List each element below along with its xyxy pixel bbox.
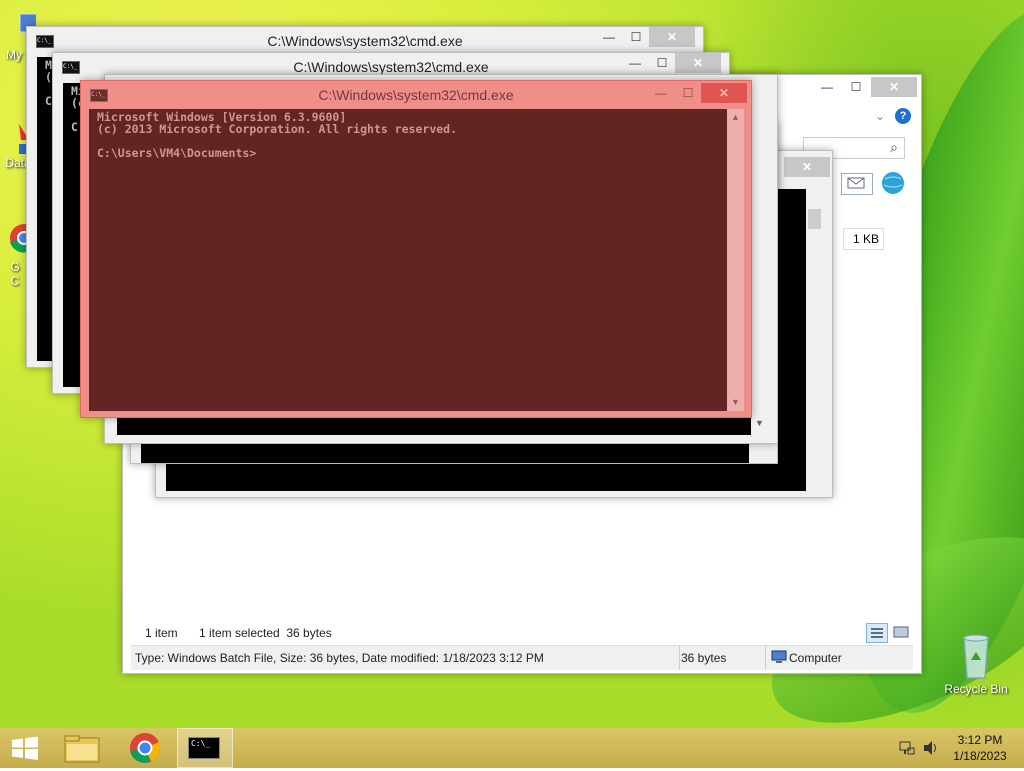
scroll-down-arrow-icon[interactable]: ▼ <box>727 394 744 411</box>
explorer-ribbon-right: ⌄ ? <box>803 105 913 129</box>
maximize-button[interactable]: ☐ <box>623 27 649 47</box>
large-icons-view-icon <box>893 626 909 638</box>
close-button[interactable]: ✕ <box>784 157 830 177</box>
recycle-bin-icon <box>963 634 989 679</box>
volume-icon[interactable] <box>924 741 936 755</box>
folder-icon <box>64 735 100 763</box>
explorer-status-bar: Type: Windows Batch File, Size: 36 bytes… <box>131 645 913 670</box>
console-output: Microsoft Windows [Version 6.3.9600] (c)… <box>97 111 457 159</box>
explorer-maximize-button[interactable]: ☐ <box>843 77 869 97</box>
clock-time: 3:12 PM <box>957 733 1003 747</box>
vertical-scrollbar[interactable] <box>806 189 823 491</box>
scroll-down-arrow-icon[interactable]: ▼ <box>751 415 768 432</box>
explorer-close-button[interactable]: ✕ <box>871 77 917 97</box>
clock-date: 1/18/2023 <box>953 749 1007 763</box>
desktop: My C Data G C Recycle Bin — ☐ ✕ ⌄ ? ⌕ 1 … <box>0 0 1024 728</box>
close-button[interactable]: ✕ <box>649 27 695 47</box>
status-location: Computer <box>789 651 842 665</box>
ribbon-collapse-chevron-icon[interactable]: ⌄ <box>875 109 885 123</box>
status-size: 36 bytes <box>681 651 727 665</box>
title-bar[interactable]: C:\_ C:\Windows\system32\cmd.exe — ☐ ✕ <box>27 27 703 53</box>
minimize-button[interactable]: — <box>647 83 675 103</box>
vertical-scrollbar[interactable]: ▼ <box>751 115 768 435</box>
maximize-button[interactable]: ☐ <box>649 53 675 73</box>
desktop-icon-recycle-bin[interactable]: Recycle Bin <box>940 630 1012 696</box>
scrollbar-thumb[interactable] <box>808 209 821 229</box>
globe-icon[interactable] <box>879 169 907 197</box>
start-button[interactable] <box>8 728 42 768</box>
large-icons-view-button[interactable] <box>891 623 911 641</box>
console-prompt[interactable]: C:\Users\VM4\Documents> <box>97 146 256 160</box>
windows-logo-icon <box>12 736 38 760</box>
network-icon[interactable] <box>899 741 915 755</box>
taskbar-file-explorer[interactable] <box>55 728 110 768</box>
cmd-window-front[interactable]: C:\_ C:\Windows\system32\cmd.exe — ☐ ✕ M… <box>80 80 752 418</box>
system-tray <box>896 728 946 768</box>
explorer-status-line: 1 item 1 item selected 36 bytes <box>131 623 911 643</box>
details-view-button[interactable] <box>866 623 888 643</box>
file-size-cell: 1 KB <box>843 228 884 250</box>
desktop-icon-label: G <box>10 260 20 274</box>
status-divider <box>765 646 766 670</box>
status-divider <box>679 646 680 670</box>
help-icon[interactable]: ? <box>895 108 911 124</box>
computer-small-icon <box>771 650 787 667</box>
search-icon: ⌕ <box>890 139 898 155</box>
desktop-icon-label-line2: C <box>10 274 20 288</box>
email-icon[interactable] <box>841 173 873 195</box>
desktop-icon-label: Recycle Bin <box>944 682 1008 696</box>
console-area[interactable]: Microsoft Windows [Version 6.3.9600] (c)… <box>89 109 727 411</box>
vertical-scrollbar[interactable]: ▲ ▼ <box>727 109 744 411</box>
close-button[interactable]: ✕ <box>675 53 721 73</box>
taskbar-chrome[interactable] <box>120 728 170 768</box>
taskbar-cmd[interactable]: C:\_ <box>177 728 233 768</box>
scroll-up-arrow-icon[interactable]: ▲ <box>727 109 744 126</box>
item-count: 1 item <box>145 626 178 640</box>
console-line: (c) 2013 Microsoft Corporation. All righ… <box>97 122 458 136</box>
cmd-icon: C:\_ <box>188 737 220 759</box>
minimize-button[interactable]: — <box>595 27 623 47</box>
selection-info: 1 item selected 36 bytes <box>199 626 332 640</box>
chrome-icon <box>130 733 161 763</box>
minimize-button[interactable]: — <box>621 53 649 73</box>
explorer-minimize-button[interactable]: — <box>813 77 841 97</box>
taskbar: C:\_ 3:12 PM 1/18/2023 <box>0 728 1024 768</box>
title-bar[interactable]: C:\_ C:\Windows\system32\cmd.exe — ☐ ✕ <box>81 81 751 107</box>
status-file-details: Type: Windows Batch File, Size: 36 bytes… <box>135 651 544 665</box>
maximize-button[interactable]: ☐ <box>675 83 701 103</box>
details-view-icon <box>871 628 883 638</box>
clock[interactable]: 3:12 PM 1/18/2023 <box>948 728 1012 768</box>
close-button[interactable]: ✕ <box>701 83 747 103</box>
